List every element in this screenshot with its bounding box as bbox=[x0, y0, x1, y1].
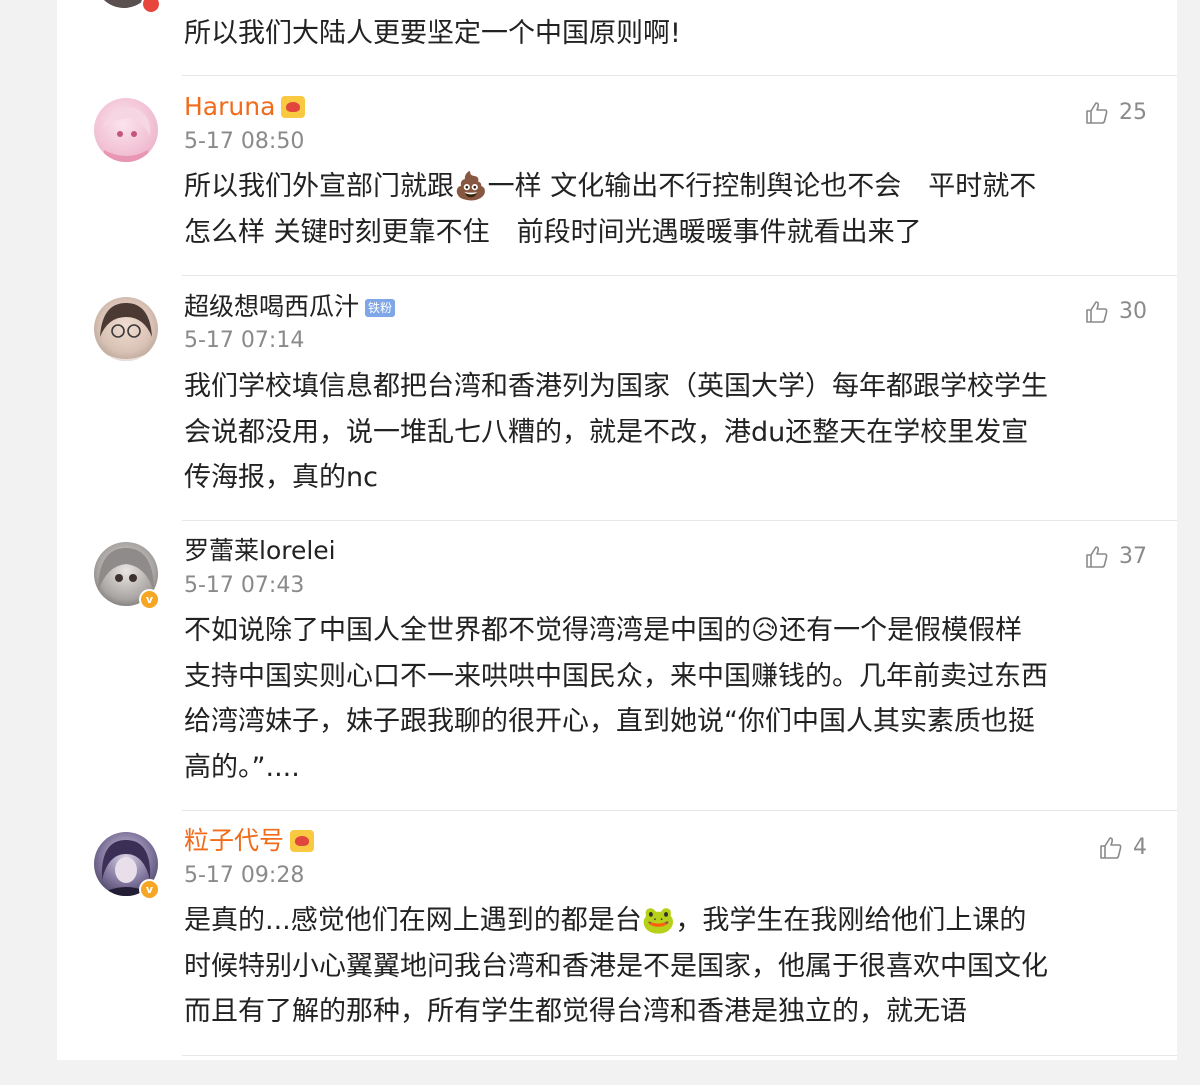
thumbs-up-icon bbox=[1086, 301, 1108, 323]
comment-text: 是真的...感觉他们在网上遇到的都是台🐸，我学生在我刚给他们上课的 时候特别小心… bbox=[184, 898, 1154, 1035]
comment-line: 是真的...感觉他们在网上遇到的都是台🐸，我学生在我刚给他们上课的 bbox=[184, 905, 1027, 936]
like-count: 25 bbox=[1119, 100, 1147, 125]
avatar[interactable] bbox=[94, 297, 158, 361]
comment-time: 5-17 07:43 bbox=[184, 573, 305, 598]
verified-icon: v bbox=[139, 589, 160, 610]
comment-text: 所以我们大陆人更要坚定一个中国原则啊! bbox=[184, 18, 681, 49]
like-button[interactable]: 4 bbox=[1099, 833, 1147, 863]
thumbs-up-icon bbox=[1100, 837, 1122, 859]
vip-crown-icon bbox=[290, 830, 315, 852]
divider bbox=[182, 1055, 1177, 1056]
verified-icon: v bbox=[139, 879, 160, 900]
comment-line: 会说都没用，说一堆乱七八糟的，就是不改，港du还整天在学校里发宣 bbox=[184, 416, 1029, 448]
comment-text: 我们学校填信息都把台湾和香港列为国家（英国大学）每年都跟学校学生 会说都没用，说… bbox=[184, 364, 1154, 501]
like-button[interactable]: 25 bbox=[1085, 98, 1147, 128]
divider bbox=[182, 275, 1177, 276]
comment-line: 所以我们外宣部门就跟💩一样 文化输出不行控制舆论也不会 平时就不 bbox=[184, 171, 1037, 202]
comment-list: 所以我们大陆人更要坚定一个中国原则啊! Haruna 5-17 08:50 25… bbox=[57, 0, 1177, 1060]
comment-line: 怎么样 关键时刻更靠不住 前段时间光遇暖暖事件就看出来了 bbox=[184, 216, 922, 248]
comment-line: 高的。”.... bbox=[184, 751, 300, 783]
avatar-image bbox=[102, 107, 151, 162]
comment-line: 时候特别小心翼翼地问我台湾和香港是不是国家，他属于很喜欢中国文化 bbox=[184, 950, 1048, 982]
username[interactable]: 超级想喝西瓜汁 铁粉 bbox=[184, 290, 396, 324]
comment-time: 5-17 08:50 bbox=[184, 129, 305, 154]
divider bbox=[182, 75, 1177, 76]
comment-line: 传海报，真的nc bbox=[184, 462, 378, 493]
badge-icon bbox=[141, 0, 161, 14]
divider bbox=[182, 520, 1177, 521]
comment-text: 所以我们外宣部门就跟💩一样 文化输出不行控制舆论也不会 平时就不 怎么样 关键时… bbox=[184, 164, 1154, 255]
comment-time: 5-17 07:14 bbox=[184, 328, 305, 353]
thumbs-up-icon bbox=[1086, 102, 1108, 124]
comment-line: 我们学校填信息都把台湾和香港列为国家（英国大学）每年都跟学校学生 bbox=[184, 371, 1048, 402]
username[interactable]: Haruna bbox=[184, 90, 306, 124]
comment-line: 给湾湾妹子，妹子跟我聊的很开心，直到她说“你们中国人其实素质也挺 bbox=[184, 706, 1035, 737]
username[interactable]: 粒子代号 bbox=[184, 824, 315, 858]
like-count: 30 bbox=[1119, 299, 1147, 324]
comment-line: 支持中国实则心口不一来哄哄中国民众，来中国赚钱的。几年前卖过东西 bbox=[184, 660, 1048, 692]
fan-badge: 铁粉 bbox=[365, 299, 396, 317]
comment-time: 5-17 09:28 bbox=[184, 863, 305, 888]
username[interactable]: 罗蕾莱lorelei bbox=[184, 534, 336, 568]
page: 所以我们大陆人更要坚定一个中国原则啊! Haruna 5-17 08:50 25… bbox=[0, 0, 1200, 1085]
comment-line: 不如说除了中国人全世界都不觉得湾湾是中国的😥还有一个是假模假样 bbox=[184, 615, 1023, 646]
like-button[interactable]: 37 bbox=[1085, 542, 1147, 572]
avatar-image bbox=[100, 303, 152, 361]
comment-line: 而且有了解的那种，所有学生都觉得台湾和香港是独立的，就无语 bbox=[184, 996, 967, 1027]
thumbs-up-icon bbox=[1086, 546, 1108, 568]
divider bbox=[182, 810, 1177, 811]
like-count: 37 bbox=[1119, 544, 1147, 569]
like-button[interactable]: 30 bbox=[1085, 297, 1147, 327]
comment-text: 不如说除了中国人全世界都不觉得湾湾是中国的😥还有一个是假模假样 支持中国实则心口… bbox=[184, 608, 1154, 790]
avatar[interactable] bbox=[94, 98, 158, 162]
like-count: 4 bbox=[1133, 835, 1147, 860]
vip-crown-icon bbox=[281, 96, 306, 118]
